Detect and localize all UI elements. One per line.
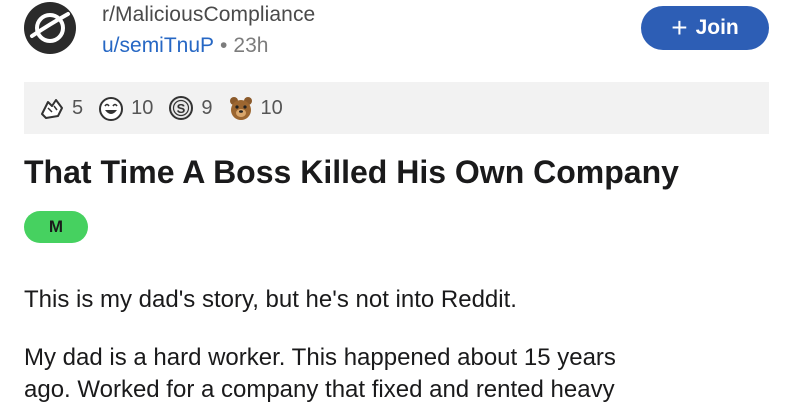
award-count: 10 [131, 96, 154, 119]
subreddit-name[interactable]: r/MaliciousCompliance [102, 3, 315, 27]
hands-award-icon [41, 99, 63, 119]
awards-bar: 5 10 S 9 10 [24, 82, 769, 134]
body-line: ago. Worked for a company that fixed and… [24, 376, 615, 403]
award-silver[interactable]: S 9 [167, 94, 213, 122]
post-title[interactable]: That Time A Boss Killed His Own Company [24, 154, 679, 191]
laughing-face-award-icon [99, 97, 124, 121]
post-flair[interactable]: M [24, 211, 88, 243]
silver-coin-award-icon: S [169, 96, 194, 120]
join-button[interactable]: + Join [641, 6, 769, 50]
post-age: 23h [233, 34, 269, 57]
award-hands[interactable]: 5 [38, 94, 83, 122]
subreddit-avatar[interactable] [24, 2, 76, 54]
award-count: 10 [260, 96, 283, 119]
plus-icon: + [671, 12, 688, 43]
svg-text:S: S [177, 101, 186, 116]
bear-award-icon [229, 97, 252, 120]
meta-separator: • [220, 34, 228, 57]
post-paragraph: My dad is a hard worker. This happened a… [24, 342, 616, 406]
post-meta: u/semiTnuP • 23h [102, 34, 268, 58]
post-paragraph: This is my dad's story, but he's not int… [24, 284, 517, 316]
award-bear[interactable]: 10 [227, 94, 283, 122]
planet-icon [30, 12, 70, 43]
award-laughing[interactable]: 10 [97, 94, 153, 122]
award-count: 9 [201, 96, 213, 119]
body-line: My dad is a hard worker. This happened a… [24, 344, 616, 371]
author-username[interactable]: u/semiTnuP [102, 34, 214, 57]
award-count: 5 [72, 96, 84, 119]
body-line: This is my dad's story, but he's not int… [24, 286, 517, 313]
join-button-label: Join [695, 16, 739, 39]
